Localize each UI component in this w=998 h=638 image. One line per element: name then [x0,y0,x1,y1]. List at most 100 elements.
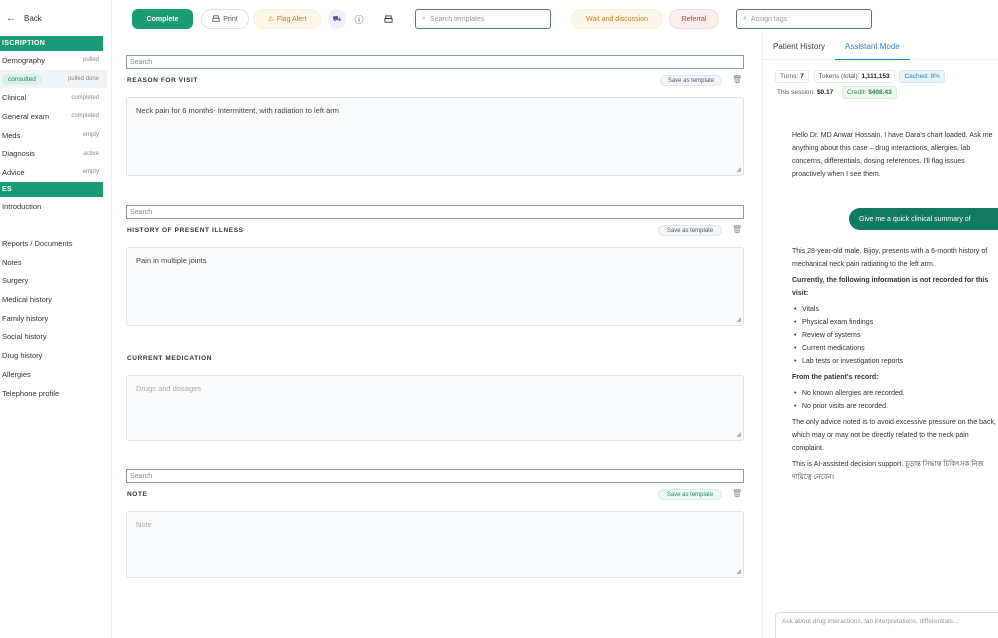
sidebar-section-item[interactable]: Social history [0,328,107,347]
sidebar-item-status: empty [82,132,99,139]
info-icon: ⓘ [354,14,364,25]
sidebar-item-label: Meds [2,130,21,140]
back-button[interactable]: ← Back [0,0,111,36]
record-list: No known allergies are recorded.No prior… [792,387,998,413]
arrow-left-icon: ← [6,12,16,24]
note-save-template-button[interactable]: Save as template [658,489,722,500]
record-heading: From the patient's record: [792,374,879,381]
wait-discussion-label: Wait and discussion [586,15,648,23]
usage-stats: Turns: 7 Tokens (total): 1,111,153 Cached:… [775,70,998,102]
template-search-input[interactable]: ⌕ Search templates [415,9,551,29]
turns-chip: Turns: 7 [775,70,809,83]
flag-alert-label: Flag Alert [276,15,307,23]
complete-label: Complete [146,15,179,23]
sidebar: ← Back ISCRIPTION Demography pulled consul… [0,0,112,638]
user-message-bubble: Give me a quick clinical summary of [849,208,998,230]
sidebar-section-item[interactable]: Telephone profile [0,384,107,403]
sidebar-section-item-label: Social history [2,332,47,342]
sidebar-item-status: completed [71,113,99,120]
sidebar-section-item[interactable]: Allergies [0,365,107,384]
credit-value: $408.43 [868,89,892,96]
panel-tabs: Patient History Assistant Mode [763,34,998,60]
sidebar-item[interactable]: Advice empty [0,163,107,182]
sidebar-item[interactable]: consulted pulled done [0,69,107,89]
sidebar-section-item[interactable]: Notes [0,253,107,272]
tokens-chip: Tokens (total): 1,111,153 [813,70,895,83]
tab-patient-history[interactable]: Patient History [763,34,835,60]
list-item: Lab tests or investigation reports [792,355,998,368]
sidebar-section-item-label: Notes [2,257,22,267]
medication-textarea[interactable]: Drugs and dosages ◢ [126,375,744,441]
sidebar-section-item-label: Telephone profile [2,388,60,398]
print-label: Print [223,15,238,23]
reason-search-input[interactable]: Search [126,55,744,69]
tab-assistant-mode[interactable]: Assistant Mode [835,34,910,60]
assistant-panel: Patient History Assistant Mode Turns: 7 T… [762,34,998,638]
truck-button[interactable]: ⛟ [328,9,346,29]
sidebar-section-item[interactable] [0,216,107,235]
medication-label: CURRENT MEDICATION [127,355,213,362]
sidebar-item[interactable]: General exam completed [0,107,107,126]
search-icon: ⌕ [422,15,426,22]
chat-input[interactable]: Ask about drug interactions, lab interpr… [775,612,998,638]
tag-search-input[interactable]: ⌕ Assign tags [736,9,872,29]
hpi-search-input[interactable]: Search [126,205,744,219]
hpi-textarea[interactable]: Pain in multiple joints ◢ [126,247,744,326]
list-item: No known allergies are recorded. [792,387,998,400]
info-button[interactable]: ⓘ [350,9,368,29]
template-search-placeholder: Search templates [429,15,485,23]
advice-text: The only advice noted is to avoid excess… [792,419,996,452]
sidebar-section-item[interactable]: Reports / Documents [0,234,107,253]
sidebar-item[interactable]: Clinical completed [0,88,107,107]
flag-alert-button[interactable]: ⚠ Flag Alert [253,9,321,29]
hpi-search-placeholder: Search [130,208,153,216]
list-item: Physical exam findings [792,316,998,329]
sidebar-section-item[interactable]: Drug history [0,346,107,365]
sidebar-section-item[interactable]: Medical history [0,290,107,309]
sidebar-section-item[interactable]: Surgery [0,272,107,291]
note-textarea[interactable]: Note ◢ [126,511,744,578]
reason-textarea[interactable]: Neck pain for 6 months- Intermittent, wi… [126,97,744,176]
credit-chip: Credit: $408.43 [842,86,897,99]
disclaimer-text: This is AI-assisted decision support. চূ… [792,461,984,481]
missing-heading: Currently, the following information is … [792,277,989,297]
hpi-save-template-button[interactable]: Save as template [658,225,722,236]
print-icon-button[interactable] [379,9,397,29]
sidebar-section-item-label: Reports / Documents [2,239,73,249]
sidebar-section-item-label: Surgery [2,276,29,286]
resize-handle-icon[interactable]: ◢ [736,568,741,575]
cached-chip: Cached: 8% [899,70,945,83]
note-trash-icon[interactable]: 🗑 [732,489,742,498]
resize-handle-icon[interactable]: ◢ [736,431,741,438]
back-label: Back [24,13,42,23]
complete-button[interactable]: Complete [132,9,193,29]
sidebar-item-status: pulled [82,57,99,64]
consultation-form: Search REASON FOR VISIT Save as template… [112,40,762,638]
sidebar-item-label: Diagnosis [2,149,35,159]
sidebar-section-item-label: Introduction [2,201,42,211]
sidebar-section-item-label: Allergies [2,369,31,379]
print-button[interactable]: Print [201,9,249,29]
hpi-label: HISTORY OF PRESENT ILLNESS [127,227,244,234]
note-search-input[interactable]: Search [126,469,744,483]
truck-icon: ⛟ [332,15,342,23]
resize-handle-icon[interactable]: ◢ [736,316,741,323]
resize-handle-icon[interactable]: ◢ [736,166,741,173]
sidebar-item[interactable]: Demography pulled [0,51,107,70]
sidebar-item[interactable]: Meds empty [0,126,107,145]
sidebar-item[interactable]: Diagnosis active [0,144,107,163]
referral-button[interactable]: Referral [669,9,719,29]
wait-discussion-button[interactable]: Wait and discussion [571,9,663,29]
printer-icon [212,15,220,22]
session-value: $0.17 [816,89,834,96]
sidebar-item-status: active [83,150,99,157]
hpi-trash-icon[interactable]: 🗑 [732,225,742,234]
reason-trash-icon[interactable]: 🗑 [732,75,742,84]
sidebar-section-item[interactable]: Introduction [0,197,107,216]
turns-value: 7 [800,73,804,80]
note-placeholder: Note [136,520,152,529]
sidebar-section-item[interactable]: Family history [0,309,107,328]
chat-thread: Hello Dr. MD Anwar Hossain. I have Dara'… [763,124,998,604]
reason-save-template-button[interactable]: Save as template [660,75,722,86]
tokens-value: 1,111,153 [861,73,890,80]
